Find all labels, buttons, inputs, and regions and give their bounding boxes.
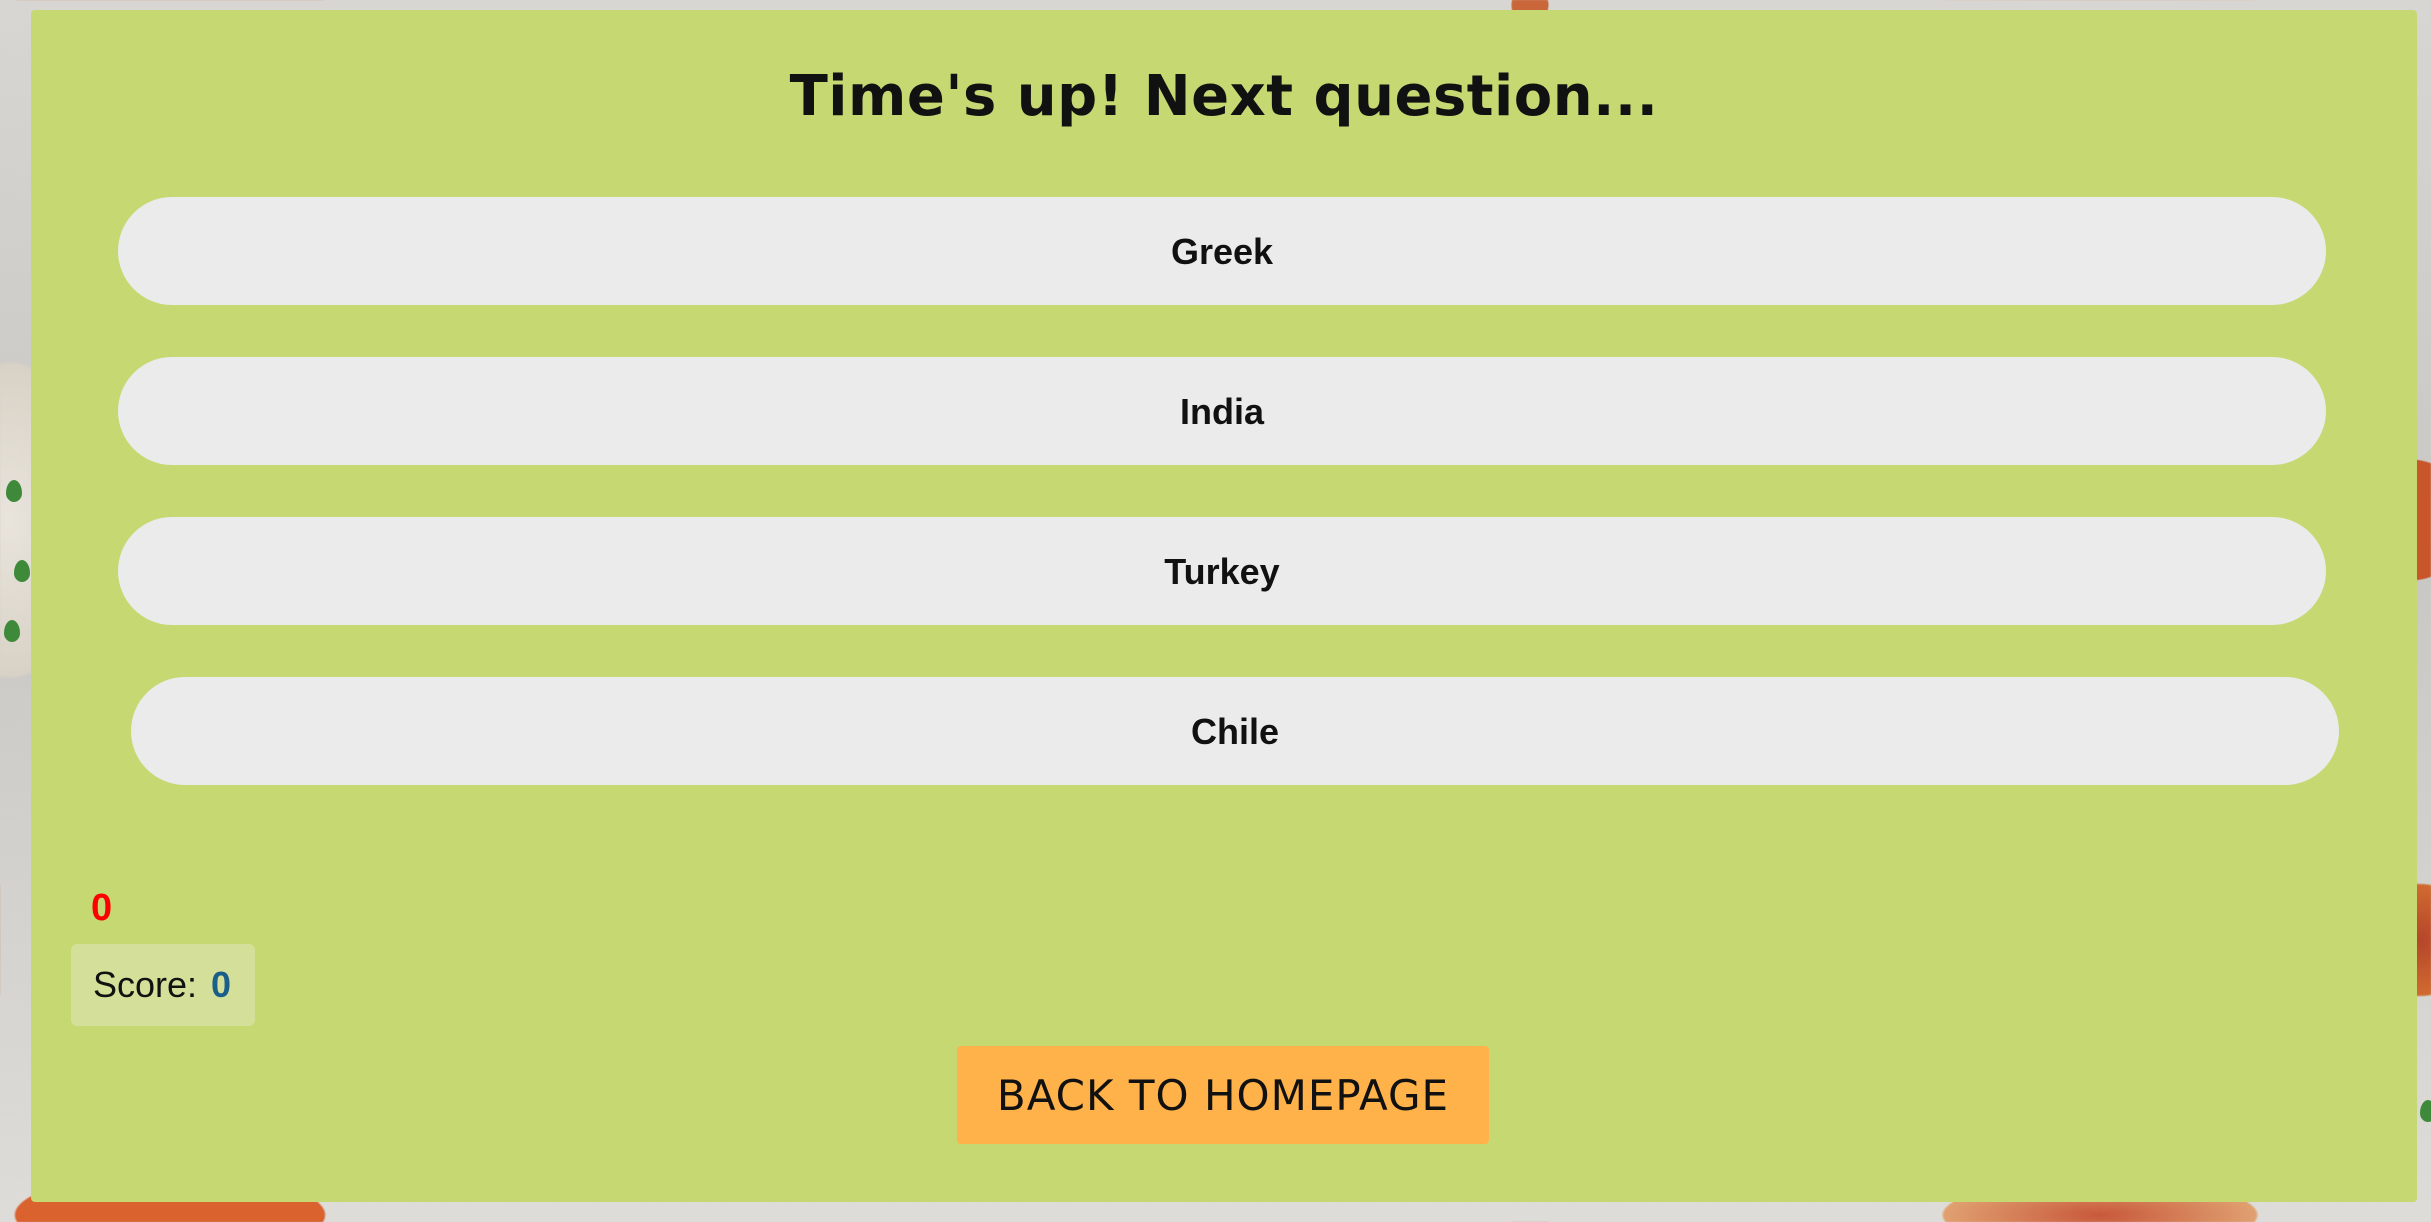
herb-leaf-decoration: [14, 560, 30, 582]
score-display: Score: 0: [71, 944, 255, 1026]
score-label: Score:: [93, 964, 198, 1005]
quiz-panel: Time's up! Next question... Greek India …: [31, 10, 2417, 1202]
answer-option-india[interactable]: India: [118, 357, 2326, 465]
score-value: 0: [211, 964, 232, 1005]
answer-option-turkey[interactable]: Turkey: [118, 517, 2326, 625]
countdown-timer: 0: [91, 887, 113, 929]
status-message: Time's up! Next question...: [789, 64, 1659, 129]
back-to-homepage-button[interactable]: BACK TO HOMEPAGE: [957, 1046, 1489, 1144]
answer-option-chile[interactable]: Chile: [131, 677, 2339, 785]
herb-leaf-decoration: [6, 480, 22, 502]
herb-leaf-decoration: [4, 620, 20, 642]
herb-leaf-decoration: [2420, 1100, 2431, 1122]
answer-option-greek[interactable]: Greek: [118, 197, 2326, 305]
